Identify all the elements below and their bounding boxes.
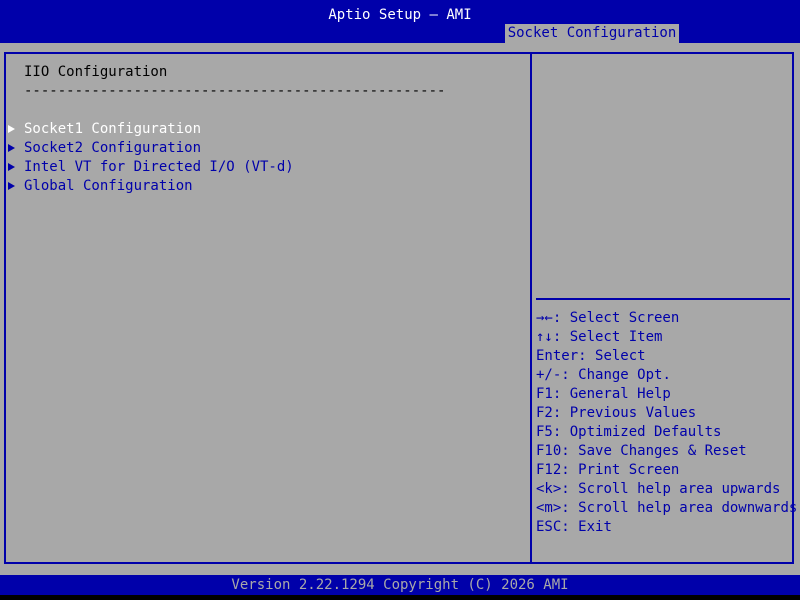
key-name: ESC (536, 519, 562, 535)
menu-item-socket2-configuration[interactable]: Socket2 Configuration (6, 139, 201, 158)
key-hint-general-help: F1: General Help (536, 385, 797, 404)
tab-socket-configuration[interactable]: Socket Configuration (505, 24, 679, 43)
key-hint-save-reset: F10: Save Changes & Reset (536, 442, 797, 461)
title-underline: ----------------------------------------… (24, 83, 446, 99)
key-name: F2 (536, 405, 553, 421)
menu-item-socket1-configuration[interactable]: Socket1 Configuration (6, 120, 201, 139)
menu-item-label: Socket1 Configuration (24, 121, 202, 137)
key-description: : General Help (552, 386, 671, 402)
key-hint-change-opt: +/-: Change Opt. (536, 366, 797, 385)
key-description: : Select (578, 348, 646, 364)
key-hint-print-screen: F12: Print Screen (536, 461, 797, 480)
key-name: F5 (536, 424, 553, 440)
key-hint-enter: Enter: Select (536, 347, 797, 366)
key-description: : Exit (561, 519, 612, 535)
version-footer: Version 2.22.1294 Copyright (C) 2026 AMI (0, 575, 800, 595)
key-hint-scroll-up: <k>: Scroll help area upwards (536, 480, 797, 499)
key-description: : Optimized Defaults (552, 424, 722, 440)
submenu-arrow-icon (8, 163, 15, 171)
key-description: : Save Changes & Reset (561, 443, 747, 459)
key-hint-exit: ESC: Exit (536, 518, 797, 537)
key-hint-select-screen: →←: Select Screen (536, 309, 797, 328)
submenu-arrow-icon (8, 125, 15, 133)
menu-item-intel-vt-d[interactable]: Intel VT for Directed I/O (VT-d) (6, 158, 294, 177)
key-description: : Select Item (552, 329, 663, 345)
key-name: F12 (536, 462, 562, 478)
key-name: ↑↓ (536, 329, 553, 345)
key-name: <m> (536, 500, 562, 516)
key-name: +/- (536, 367, 562, 383)
submenu-arrow-icon (8, 182, 15, 190)
help-divider (536, 298, 790, 300)
page-title: IIO Configuration (24, 64, 168, 80)
menu-item-label: Socket2 Configuration (24, 140, 202, 156)
bios-screen: Aptio Setup – AMI Socket Configuration I… (0, 0, 800, 600)
title-bar: Aptio Setup – AMI Socket Configuration (0, 0, 800, 43)
key-name: F10 (536, 443, 562, 459)
key-name: Enter (536, 348, 579, 364)
key-hint-select-item: ↑↓: Select Item (536, 328, 797, 347)
key-hint-previous-values: F2: Previous Values (536, 404, 797, 423)
main-panel: IIO Configuration ----------------------… (6, 54, 530, 562)
key-hint-scroll-down: <m>: Scroll help area downwards (536, 499, 797, 518)
app-title: Aptio Setup – AMI (328, 7, 472, 23)
help-panel: →←: Select Screen ↑↓: Select Item Enter:… (532, 54, 797, 562)
key-description: : Select Screen (552, 310, 680, 326)
key-description: : Previous Values (552, 405, 697, 421)
menu-item-label: Global Configuration (24, 178, 193, 194)
key-name: F1 (536, 386, 553, 402)
menu-item-global-configuration[interactable]: Global Configuration (6, 177, 193, 196)
key-name: →← (536, 310, 553, 326)
key-description: : Scroll help area downwards (561, 500, 798, 516)
key-description: : Change Opt. (561, 367, 671, 383)
key-hint-optimized-defaults: F5: Optimized Defaults (536, 423, 797, 442)
key-description: : Scroll help area upwards (561, 481, 781, 497)
key-legend: →←: Select Screen ↑↓: Select Item Enter:… (536, 309, 797, 537)
key-description: : Print Screen (561, 462, 680, 478)
bottom-strip (0, 595, 800, 600)
submenu-arrow-icon (8, 144, 15, 152)
menu-item-label: Intel VT for Directed I/O (VT-d) (24, 159, 294, 175)
key-name: <k> (536, 481, 562, 497)
